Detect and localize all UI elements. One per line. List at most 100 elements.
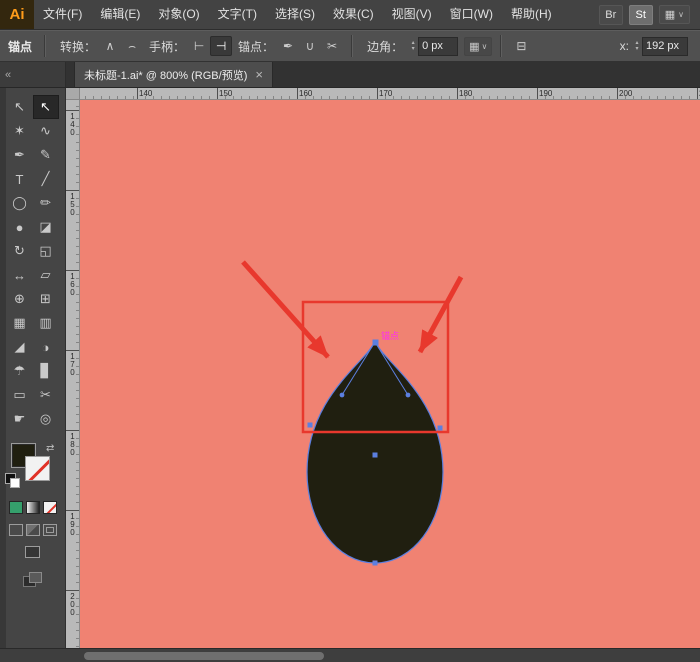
menu-view[interactable]: 视图(V): [383, 0, 441, 29]
blob-brush-tool[interactable]: ●: [7, 215, 33, 239]
artboard-canvas[interactable]: 锚点: [80, 100, 700, 648]
direct-selection-tool[interactable]: ↖: [33, 95, 59, 119]
ruler-origin-corner[interactable]: [66, 88, 80, 100]
document-tab[interactable]: 未标题-1.ai* @ 800% (RGB/预览) ×: [74, 62, 273, 87]
color-swatches: ⇄: [0, 443, 65, 491]
ruler-number: 160: [68, 272, 77, 296]
gradient-button[interactable]: [26, 501, 40, 514]
show-handles-button[interactable]: ⊢: [188, 36, 210, 56]
horizontal-ruler[interactable]: 140 150 160 170 180 190 200 210: [80, 88, 700, 100]
teardrop-shape[interactable]: [307, 341, 443, 563]
mesh-tool[interactable]: ▦: [7, 311, 33, 335]
column-graph-tool[interactable]: ▊: [33, 359, 59, 383]
corner-options-dropdown[interactable]: ▦ ∨: [464, 37, 492, 56]
handle-point[interactable]: [340, 393, 345, 398]
document-tab-title: 未标题-1.ai* @ 800% (RGB/预览): [84, 67, 247, 83]
menu-window[interactable]: 窗口(W): [441, 0, 502, 29]
corner-stepper[interactable]: ▴ ▾: [408, 36, 418, 56]
ruler-number: 180: [459, 89, 472, 98]
workspace-switcher[interactable]: ▦ ∨: [659, 5, 690, 24]
hand-tool[interactable]: ☛: [7, 407, 33, 431]
menu-object[interactable]: 对象(O): [149, 0, 208, 29]
convert-to-smooth-button[interactable]: ⌢: [121, 36, 143, 56]
align-options-button[interactable]: ⊟: [510, 36, 532, 56]
paintbrush-tool[interactable]: ✏: [33, 191, 59, 215]
eraser-tool[interactable]: ◪: [33, 215, 59, 239]
draw-normal-button[interactable]: [9, 524, 23, 536]
lasso-tool[interactable]: ∿: [33, 119, 59, 143]
anchor-point-top[interactable]: [373, 340, 379, 346]
free-transform-tool[interactable]: ▱: [33, 263, 59, 287]
pencil-tool[interactable]: ✎: [33, 143, 59, 167]
separator: [44, 35, 46, 57]
zoom-tool[interactable]: ◎: [33, 407, 59, 431]
rotate-tool[interactable]: ↻: [7, 239, 33, 263]
overlapping-windows-icon[interactable]: [23, 572, 43, 588]
annotation-arrow-right: [420, 277, 461, 352]
selection-tool[interactable]: ↖: [7, 95, 33, 119]
color-button[interactable]: [9, 501, 23, 514]
blend-tool[interactable]: ◑: [33, 335, 59, 359]
horizontal-scrollbar[interactable]: [0, 648, 700, 662]
anchor-point-left[interactable]: [308, 423, 313, 428]
close-tab-icon[interactable]: ×: [255, 68, 263, 81]
cut-path-button[interactable]: ✂: [321, 36, 343, 56]
x-label: x:: [620, 39, 629, 53]
document-area: 140 150 160 170 180 190 200 210 140 150 …: [66, 88, 700, 648]
stroke-color-swatch[interactable]: [25, 456, 50, 481]
type-tool[interactable]: T: [7, 167, 33, 191]
swap-fill-stroke-icon[interactable]: ⇄: [46, 443, 54, 454]
symbol-sprayer-tool[interactable]: ☂: [7, 359, 33, 383]
artboard-tool[interactable]: ▭: [7, 383, 33, 407]
annotation-arrow-left: [243, 262, 328, 357]
stepper-down-icon[interactable]: ▾: [412, 46, 415, 52]
gradient-tool[interactable]: ▥: [33, 311, 59, 335]
eyedropper-tool[interactable]: ◢: [7, 335, 33, 359]
x-position-input[interactable]: [642, 37, 688, 56]
convert-to-corner-button[interactable]: ∧: [99, 36, 121, 56]
object-center-point[interactable]: [373, 453, 378, 458]
slice-tool[interactable]: ✂: [33, 383, 59, 407]
control-bar-title: 锚点: [8, 38, 32, 55]
width-tool[interactable]: ↔: [7, 263, 33, 287]
ruler-number: 170: [68, 352, 77, 376]
ruler-number: 200: [619, 89, 632, 98]
connect-endpoints-button[interactable]: ∪: [299, 36, 321, 56]
menu-select[interactable]: 选择(S): [266, 0, 324, 29]
ruler-number: 140: [139, 89, 152, 98]
magic-wand-tool[interactable]: ✶: [7, 119, 33, 143]
ruler-number: 180: [68, 432, 77, 456]
menu-file[interactable]: 文件(F): [34, 0, 91, 29]
menu-effect[interactable]: 效果(C): [324, 0, 383, 29]
hide-handles-button[interactable]: ⊣: [210, 36, 232, 56]
menu-help[interactable]: 帮助(H): [502, 0, 561, 29]
stepper-down-icon[interactable]: ▾: [635, 46, 638, 52]
default-fill-stroke-icon[interactable]: [5, 473, 16, 484]
chevron-down-icon: ∨: [678, 10, 684, 19]
line-segment-tool[interactable]: ╱: [33, 167, 59, 191]
draw-behind-button[interactable]: [26, 524, 40, 536]
collapse-panel-icon[interactable]: «: [5, 69, 11, 81]
remove-anchor-button[interactable]: ✒: [277, 36, 299, 56]
x-stepper[interactable]: ▴ ▾: [632, 36, 642, 56]
vertical-ruler[interactable]: 140 150 160 170 180 190 200: [66, 100, 80, 648]
shape-builder-tool[interactable]: ⊕: [7, 287, 33, 311]
pen-tool[interactable]: ✒: [7, 143, 33, 167]
stock-button[interactable]: St: [629, 5, 653, 25]
scale-tool[interactable]: ◱: [33, 239, 59, 263]
menu-edit[interactable]: 编辑(E): [91, 0, 149, 29]
corner-radius-input[interactable]: [418, 37, 458, 56]
change-screen-mode-button[interactable]: [25, 546, 40, 558]
bridge-button[interactable]: Br: [599, 5, 623, 25]
menu-type[interactable]: 文字(T): [209, 0, 266, 29]
perspective-grid-tool[interactable]: ⊞: [33, 287, 59, 311]
horizontal-scrollbar-thumb[interactable]: [84, 652, 324, 660]
anchor-smartguide-label: 锚点: [381, 330, 399, 341]
handle-point[interactable]: [406, 393, 411, 398]
screen-mode-row: [0, 546, 65, 558]
draw-inside-button[interactable]: [43, 524, 57, 536]
ellipse-tool[interactable]: ◯: [7, 191, 33, 215]
anchor-point-right[interactable]: [438, 426, 443, 431]
anchor-point-bottom[interactable]: [373, 561, 378, 566]
none-button[interactable]: [43, 501, 57, 514]
